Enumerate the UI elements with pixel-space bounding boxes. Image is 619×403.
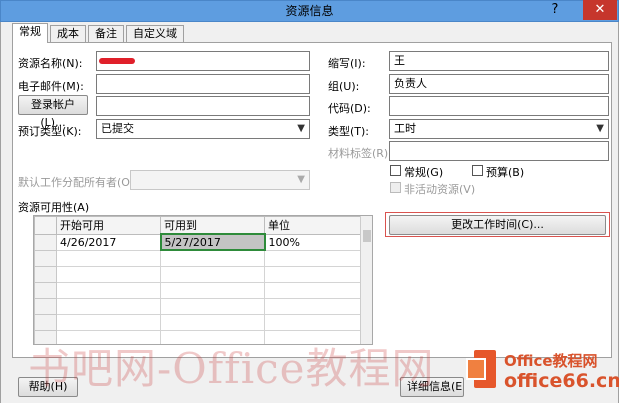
- cell[interactable]: [264, 249, 361, 267]
- logo-line-2: office66.cn: [504, 370, 619, 392]
- login-account-field[interactable]: [96, 96, 310, 116]
- generic-label: 常规(G): [404, 166, 444, 179]
- initials-field[interactable]: 王: [389, 51, 609, 71]
- table-row[interactable]: 4/26/2017 5/27/2017 100%: [34, 233, 361, 251]
- material-label: 材料标签(R):: [328, 147, 392, 160]
- tab-cost[interactable]: 成本: [50, 25, 86, 42]
- cell[interactable]: [56, 265, 161, 283]
- row-header[interactable]: [34, 313, 57, 331]
- chevron-down-icon: ▼: [297, 123, 305, 134]
- cell-units[interactable]: 100%: [264, 233, 361, 251]
- watermark-logo: Office教程网 office66.cn: [466, 342, 619, 400]
- cell-start[interactable]: 4/26/2017: [56, 233, 161, 251]
- cell[interactable]: [160, 249, 265, 267]
- type-value: 工时: [394, 122, 416, 135]
- table-row[interactable]: [34, 313, 361, 331]
- booking-type-value: 已提交: [101, 122, 134, 135]
- email-label: 电子邮件(M):: [18, 80, 84, 93]
- column-header-end[interactable]: 可用到: [160, 216, 265, 235]
- grid-scrollbar[interactable]: [360, 216, 372, 344]
- generic-checkbox[interactable]: [390, 165, 401, 176]
- redaction-mark: [99, 58, 135, 64]
- table-row[interactable]: [34, 297, 361, 315]
- chevron-down-icon: ▼: [297, 174, 305, 185]
- cell[interactable]: [56, 281, 161, 299]
- cell-end-selected[interactable]: 5/27/2017: [159, 233, 266, 251]
- watermark-text: 书吧网-Office教程网: [28, 344, 435, 393]
- scrollbar-thumb[interactable]: [363, 230, 371, 242]
- cell[interactable]: [160, 313, 265, 331]
- type-select[interactable]: 工时 ▼: [389, 119, 609, 139]
- tab-notes[interactable]: 备注: [88, 25, 124, 42]
- cell[interactable]: [56, 313, 161, 331]
- table-row[interactable]: [34, 265, 361, 283]
- resource-name-label: 资源名称(N):: [18, 57, 83, 70]
- code-field[interactable]: [389, 96, 609, 116]
- window-title: 资源信息: [285, 4, 334, 18]
- row-header[interactable]: [34, 281, 57, 299]
- default-owner-label: 默认工作分配所有者(O):: [18, 176, 138, 189]
- table-row[interactable]: [34, 249, 361, 267]
- tab-general[interactable]: 常规: [12, 23, 48, 43]
- budget-label: 预算(B): [486, 166, 525, 179]
- type-label: 类型(T):: [328, 125, 370, 138]
- cell[interactable]: [160, 281, 265, 299]
- email-field[interactable]: [96, 74, 310, 94]
- row-header[interactable]: [34, 249, 57, 267]
- cell[interactable]: [160, 297, 265, 315]
- booking-type-select[interactable]: 已提交 ▼: [96, 119, 310, 139]
- cell[interactable]: [160, 265, 265, 283]
- grid-corner: [34, 216, 57, 235]
- row-header[interactable]: [34, 297, 57, 315]
- code-label: 代码(D):: [328, 102, 371, 115]
- login-account-button[interactable]: 登录帐户(L)...: [18, 95, 88, 129]
- column-header-start[interactable]: 开始可用: [56, 216, 161, 235]
- material-field[interactable]: [389, 141, 609, 161]
- row-header[interactable]: [34, 233, 57, 251]
- resource-name-field[interactable]: [96, 51, 310, 71]
- default-owner-select: ▼: [130, 170, 310, 190]
- cell[interactable]: [264, 281, 361, 299]
- close-icon[interactable]: ✕: [583, 0, 617, 20]
- cell[interactable]: [56, 249, 161, 267]
- cell[interactable]: [56, 297, 161, 315]
- office-logo-icon: [466, 350, 502, 390]
- inactive-checkbox: [390, 182, 401, 193]
- tab-custom-fields[interactable]: 自定义域: [126, 25, 184, 42]
- chevron-down-icon: ▼: [596, 123, 604, 134]
- row-header[interactable]: [34, 265, 57, 283]
- logo-line-1: Office教程网: [504, 352, 598, 370]
- availability-grid[interactable]: 开始可用 可用到 单位 4/26/2017 5/27/2017 100%: [33, 215, 373, 345]
- column-header-units[interactable]: 单位: [264, 216, 361, 235]
- availability-label: 资源可用性(A): [18, 201, 90, 214]
- grid-header-row: 开始可用 可用到 单位: [34, 216, 361, 235]
- group-label: 组(U):: [328, 80, 360, 93]
- table-row[interactable]: [34, 281, 361, 299]
- initials-label: 缩写(I):: [328, 57, 366, 70]
- change-working-time-button[interactable]: 更改工作时间(C)...: [389, 215, 606, 235]
- help-question-icon[interactable]: ?: [544, 1, 566, 19]
- group-field[interactable]: 负责人: [389, 74, 609, 94]
- booking-type-label: 预订类型(K):: [18, 125, 82, 138]
- inactive-label: 非活动资源(V): [404, 183, 476, 196]
- cell[interactable]: [264, 297, 361, 315]
- budget-checkbox[interactable]: [472, 165, 483, 176]
- cell[interactable]: [264, 313, 361, 331]
- cell[interactable]: [264, 265, 361, 283]
